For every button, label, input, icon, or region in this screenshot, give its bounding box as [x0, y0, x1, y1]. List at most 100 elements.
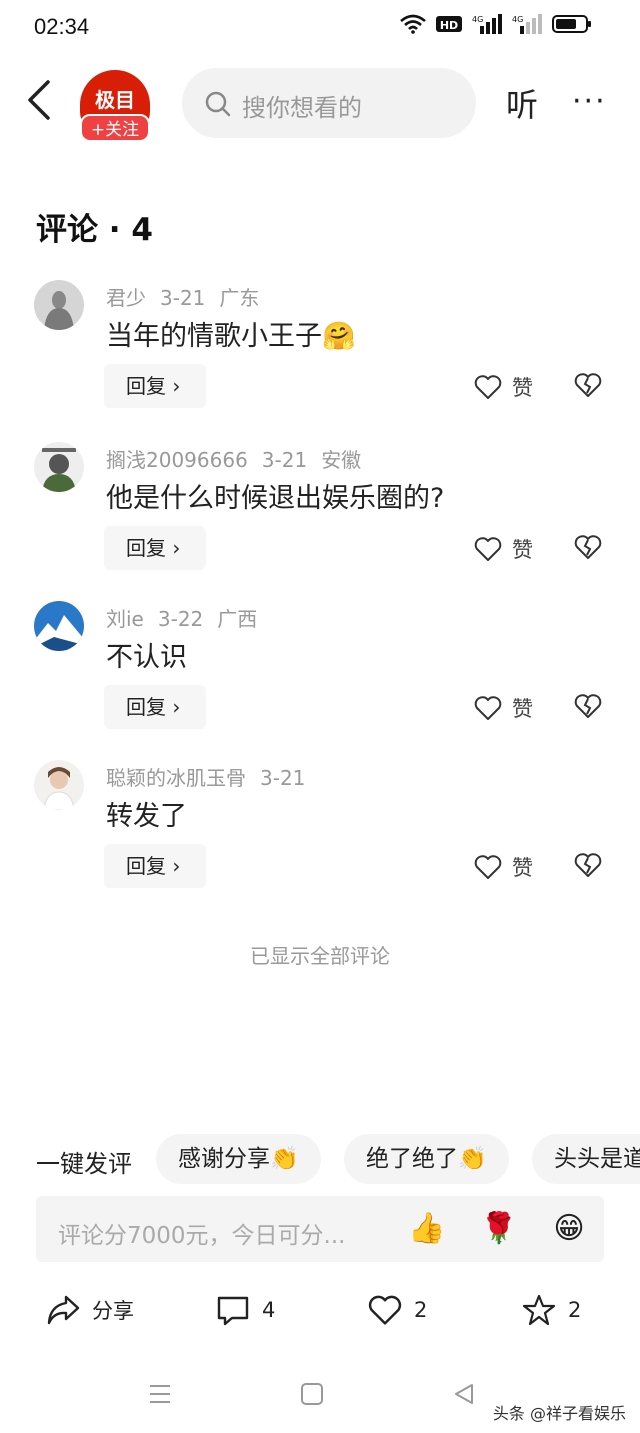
comment-meta: 聪颖的冰肌玉骨 3-21 — [106, 762, 319, 791]
comment-item: 搁浅20096666 3-21 安徽 他是什么时候退出娱乐圈的? 回复 › 赞 — [0, 442, 640, 592]
heart-icon — [474, 375, 502, 399]
like-count: 2 — [414, 1298, 428, 1322]
status-icons: HD 4G 4G — [400, 14, 592, 34]
svg-text:HD: HD — [440, 19, 458, 32]
dislike-button[interactable] — [574, 852, 602, 882]
share-label: 分享 — [92, 1299, 134, 1323]
comment-icon — [217, 1296, 249, 1326]
comment-date: 3-21 — [160, 286, 206, 310]
comment-text: 他是什么时候退出娱乐圈的? — [106, 483, 445, 514]
favorite-button[interactable]: 2 — [522, 1294, 581, 1326]
status-bar: 02:34 HD 4G 4G — [0, 0, 640, 56]
comment-region: 广东 — [219, 286, 260, 310]
favorite-count: 2 — [568, 1298, 582, 1322]
comment-username[interactable]: 搁浅20096666 — [106, 448, 248, 472]
share-icon — [47, 1295, 80, 1325]
listen-button[interactable]: 听 — [506, 80, 538, 126]
more-button[interactable]: ··· — [572, 84, 607, 119]
share-button[interactable]: 分享 — [46, 1294, 134, 1326]
reply-button[interactable]: 回复 › — [104, 844, 206, 888]
avatar[interactable] — [34, 760, 84, 810]
like-label: 赞 — [512, 376, 533, 400]
like-button[interactable]: 赞 — [474, 852, 533, 882]
comment-text: 转发了 — [106, 801, 187, 832]
comment-item: 君少 3-21 广东 当年的情歌小王子🤗 回复 › 赞 — [0, 280, 640, 430]
broken-heart-icon — [574, 535, 602, 559]
svg-text:4G: 4G — [472, 15, 483, 24]
comment-text: 当年的情歌小王子🤗 — [106, 321, 356, 352]
publisher-avatar[interactable]: 极目 +关注 — [78, 70, 152, 144]
like-label: 赞 — [512, 856, 533, 880]
avatar[interactable] — [34, 601, 84, 651]
quick-comment-chip[interactable]: 绝了绝了👏 — [344, 1134, 509, 1184]
battery-icon — [552, 15, 591, 33]
bottom-action-bar: 分享 4 2 2 — [0, 1290, 640, 1336]
home-icon[interactable] — [300, 1382, 324, 1406]
heart-icon — [474, 537, 502, 561]
like-button[interactable]: 赞 — [474, 534, 533, 564]
like-label: 赞 — [512, 538, 533, 562]
reply-button[interactable]: 回复 › — [104, 685, 206, 729]
comments-button[interactable]: 4 — [216, 1294, 275, 1326]
search-placeholder: 搜你想看的 — [242, 94, 362, 122]
grin-emoji-button[interactable]: 😁 — [550, 1210, 588, 1248]
watermark: 头条 @祥子看娱乐 — [492, 1404, 626, 1423]
comment-date: 3-22 — [157, 607, 204, 631]
comments-title: 评论 · 4 — [36, 212, 153, 248]
back-button[interactable] — [24, 78, 64, 128]
comment-count: 4 — [262, 1298, 276, 1322]
like-article-button[interactable]: 2 — [368, 1294, 427, 1326]
rose-emoji-button[interactable]: 🌹 — [480, 1210, 518, 1248]
broken-heart-icon — [574, 853, 602, 877]
all-comments-shown-note: 已显示全部评论 — [250, 944, 390, 968]
comment-meta: 君少 3-21 广东 — [106, 282, 273, 311]
reply-button[interactable]: 回复 › — [104, 526, 206, 570]
comment-text: 不认识 — [106, 642, 187, 673]
heart-icon — [474, 855, 502, 879]
like-button[interactable]: 赞 — [474, 372, 533, 402]
status-time: 02:34 — [34, 14, 90, 39]
heart-icon — [368, 1295, 402, 1325]
comment-input-placeholder: 评论分7000元，今日可分... — [58, 1223, 346, 1249]
comment-date: 3-21 — [260, 766, 306, 790]
comment-item: 刘ie 3-22 广西 不认识 回复 › 赞 — [0, 601, 640, 751]
dislike-button[interactable] — [574, 693, 602, 723]
signal-icon-1: 4G — [472, 14, 502, 34]
quick-comment-label: 一键发评 — [36, 1150, 132, 1178]
comment-username[interactable]: 君少 — [106, 286, 146, 310]
comment-meta: 刘ie 3-22 广西 — [106, 603, 271, 632]
broken-heart-icon — [574, 694, 602, 718]
back-triangle-icon[interactable] — [452, 1382, 476, 1406]
like-button[interactable]: 赞 — [474, 693, 533, 723]
comment-region: 安徽 — [321, 448, 362, 472]
dislike-button[interactable] — [574, 534, 602, 564]
comment-meta: 搁浅20096666 3-21 安徽 — [106, 444, 375, 473]
star-icon — [522, 1294, 556, 1326]
comment-username[interactable]: 刘ie — [106, 607, 144, 631]
top-nav: 极目 +关注 搜你想看的 听 ··· — [0, 64, 640, 142]
follow-button[interactable]: +关注 — [80, 114, 150, 142]
signal-icon-2: 4G — [512, 14, 542, 34]
quick-comment-chip[interactable]: 感谢分享👏 — [156, 1134, 321, 1184]
reply-button[interactable]: 回复 › — [104, 364, 206, 408]
comment-username[interactable]: 聪颖的冰肌玉骨 — [106, 766, 246, 790]
avatar[interactable] — [34, 442, 84, 492]
like-label: 赞 — [512, 697, 533, 721]
comment-date: 3-21 — [261, 448, 308, 472]
thumbs-up-emoji-button[interactable]: 👍 — [408, 1210, 446, 1248]
broken-heart-icon — [574, 373, 602, 397]
quick-comment-row: 一键发评 感谢分享👏 绝了绝了👏 头头是道 — [0, 1134, 640, 1184]
comment-input[interactable]: 评论分7000元，今日可分... 👍 🌹 😁 — [36, 1196, 604, 1262]
menu-icon[interactable] — [148, 1382, 172, 1406]
wifi-icon — [400, 14, 426, 34]
search-input[interactable]: 搜你想看的 — [182, 68, 476, 138]
comment-region: 广西 — [217, 607, 258, 631]
search-icon — [205, 91, 231, 117]
heart-icon — [474, 696, 502, 720]
avatar[interactable] — [34, 280, 84, 330]
quick-comment-chip[interactable]: 头头是道 — [532, 1134, 640, 1184]
svg-text:4G: 4G — [512, 15, 523, 24]
hd-icon: HD — [436, 16, 462, 32]
dislike-button[interactable] — [574, 372, 602, 402]
comment-item: 聪颖的冰肌玉骨 3-21 转发了 回复 › 赞 — [0, 760, 640, 910]
